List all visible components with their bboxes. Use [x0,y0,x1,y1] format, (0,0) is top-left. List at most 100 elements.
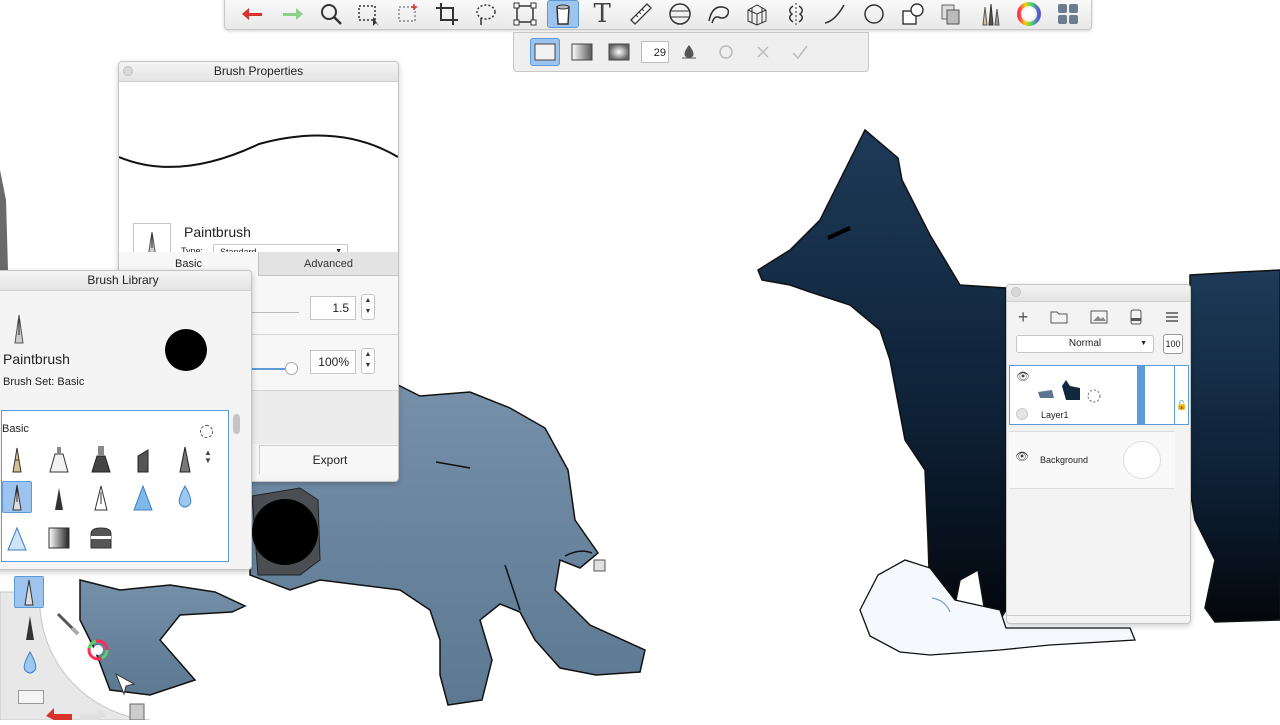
add-layer-icon[interactable]: + [1018,307,1029,328]
smear-brush[interactable] [44,521,74,553]
brush-properties-titlebar[interactable]: Brush Properties [119,62,398,82]
eye-icon[interactable]: 👁 [1016,370,1030,383]
color-tool[interactable] [1013,0,1045,28]
fountain-pen-brush[interactable] [86,481,116,513]
grid-tool[interactable] [1052,0,1084,28]
layer-lock-dot[interactable] [1016,408,1028,420]
transform-tool[interactable] [509,0,541,28]
tab-advanced[interactable]: Advanced [259,252,398,276]
panel-title: Brush Library [87,273,159,287]
brushes-tool[interactable] [974,0,1006,28]
marker-brush[interactable] [86,443,116,475]
sample-color-button[interactable] [674,38,704,66]
stroke-tool[interactable] [819,0,851,28]
brush-grid-scrollbar[interactable] [233,414,240,434]
lagoon-radial-menu [0,572,170,721]
opacity-slider-knob[interactable] [285,362,298,375]
lock-icon[interactable]: 🔓 [1176,400,1187,411]
layers-tool[interactable] [935,0,967,28]
confirm-fill-button[interactable] [785,38,815,66]
layers-titlebar[interactable] [1007,285,1190,302]
solid-fill-button[interactable] [530,38,560,66]
crop-tool[interactable] [431,0,463,28]
technical-pen-icon [49,447,69,473]
size-stepper[interactable]: ▲ ▼ [361,294,375,320]
undo-button[interactable] [237,0,269,28]
lagoon-redo-icon[interactable] [78,704,108,720]
layer-lock-column[interactable]: 🔓 [1175,365,1189,425]
layer-opacity-value: 100 [1165,339,1181,349]
brush-name: Paintbrush [184,224,251,240]
opacity-field[interactable]: 100% [310,350,356,374]
background-color-swatch[interactable] [1123,441,1161,479]
close-dot-icon[interactable] [123,66,133,76]
lagoon-ink-pen-icon[interactable] [20,612,40,642]
brush-set-options-icon[interactable] [200,425,213,438]
technical-pen-brush[interactable] [44,443,74,475]
chisel-marker-brush[interactable] [128,443,158,475]
size-slider-track[interactable] [249,312,299,313]
fill-mode-button[interactable] [711,38,741,66]
ballpoint-brush[interactable] [170,443,200,475]
lagoon-undo-icon[interactable] [44,702,74,720]
redo-button[interactable] [276,0,308,28]
lagoon-paintbrush[interactable] [14,576,44,608]
blend-mode-select[interactable]: Normal ▼ [1016,335,1154,353]
lagoon-layers-icon[interactable] [126,700,150,720]
layer-opacity-field[interactable]: 100 [1163,334,1183,354]
zoom-tool[interactable] [315,0,347,28]
layer-row[interactable]: 👁 Background [1009,431,1175,489]
marquee-add-tool[interactable] [392,0,424,28]
fill-tool[interactable] [547,0,580,28]
size-field[interactable]: 1.5 [310,296,356,320]
layer-name: Layer1 [1041,410,1069,420]
merge-layer-icon[interactable] [1129,309,1143,325]
redo-arrow-icon [282,7,303,20]
eye-icon[interactable]: 👁 [1015,450,1029,463]
close-dot-icon[interactable] [1011,287,1021,297]
lagoon-water-drop-icon[interactable] [18,648,42,678]
copy-paste-tool[interactable] [897,0,929,28]
eraser-brush[interactable] [86,521,116,553]
export-button[interactable]: Export [259,445,398,474]
section-label: Basic [2,423,29,435]
airbrush-brush[interactable] [128,481,158,513]
tolerance-size-field[interactable]: 29 [641,41,669,63]
lagoon-eraser-icon[interactable] [18,690,44,704]
perspective-tool[interactable] [741,0,773,28]
menu-icon[interactable] [1165,311,1179,323]
paintbrush-icon [12,484,22,511]
radial-gradient-button[interactable] [604,38,634,66]
symmetry-tool[interactable] [780,0,812,28]
lasso-tool[interactable] [470,0,502,28]
lagoon-color-wheel-icon[interactable] [86,638,110,662]
brush-library-panel: Brush Library Paintbrush Brush Set: Basi… [0,270,252,570]
lagoon-brush-icon[interactable] [54,610,80,636]
text-tool[interactable]: T [586,0,618,29]
image-layer-icon[interactable] [1090,310,1108,324]
chisel-marker-icon [137,449,149,473]
triangle-airbrush-brush[interactable] [2,521,32,553]
ruler-tool[interactable] [625,0,657,28]
brush-library-titlebar[interactable]: Brush Library [0,271,251,291]
water-brush[interactable] [170,481,200,513]
cancel-fill-button[interactable] [748,38,778,66]
marquee-select-tool[interactable] [353,0,385,28]
ellipse-guide-tool[interactable] [664,0,696,28]
linear-gradient-button[interactable] [567,38,597,66]
ink-pen-brush[interactable] [44,481,74,513]
pencil-brush[interactable] [2,443,32,475]
lagoon-pointer-icon[interactable] [112,670,138,696]
folder-icon[interactable] [1050,310,1068,324]
opacity-stepper[interactable]: ▲ ▼ [361,348,375,374]
layers-icon [941,4,960,24]
french-curve-tool[interactable] [703,0,735,28]
marker-icon [91,446,111,473]
layer-row[interactable]: 👁 Layer1 [1009,365,1175,425]
marquee-add-icon [398,3,418,22]
layer-selection-bar [1137,366,1145,424]
marquee-select-icon [358,4,380,26]
reorder-icon[interactable]: ▲ ▼ [204,449,212,465]
shape-tool[interactable] [858,0,890,28]
paintbrush-brush[interactable] [2,481,32,513]
